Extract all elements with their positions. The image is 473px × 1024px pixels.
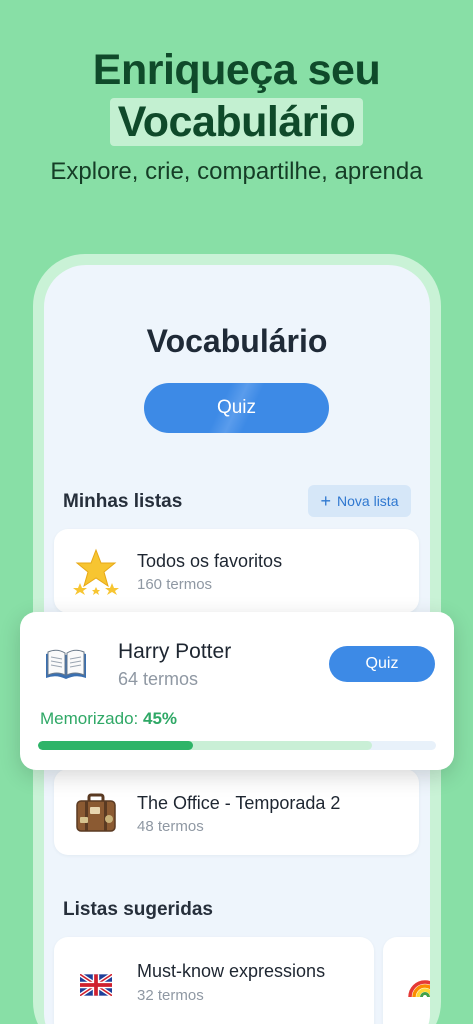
quiz-button[interactable]: Quiz [144,383,329,433]
list-item-favorites[interactable]: Todos os favoritos 160 termos [54,529,419,613]
list-name: Todos os favoritos [137,551,283,571]
hero-title-line2: Vocabulário [109,98,364,146]
list-count: 48 termos [137,818,204,835]
suitcase-icon [72,789,120,837]
featured-quiz-button[interactable]: Quiz [329,646,435,682]
memorized-status: Memorizado: 45% [40,709,177,729]
list-item-the-office[interactable]: The Office - Temporada 2 48 termos [54,769,419,855]
new-list-label: Nova lista [337,493,399,509]
memorized-percent: 45% [143,709,178,728]
list-name: Must-know expressions [137,961,326,981]
suggested-item-partial[interactable] [383,937,430,1024]
hero-subtitle: Explore, crie, compartilhe, aprenda [50,158,423,185]
my-lists-heading: Minhas listas [63,491,183,512]
star-icon [72,547,120,595]
page-title: Vocabulário [146,323,328,359]
plus-icon: + [320,491,332,511]
list-count: 160 termos [137,576,213,593]
list-name: The Office - Temporada 2 [137,793,341,813]
suggested-lists-heading: Listas sugeridas [63,899,213,920]
suggested-item-must-know[interactable]: Must-know expressions 32 termos [54,937,374,1024]
new-list-button[interactable]: + Nova lista [308,485,411,517]
book-icon [42,640,90,688]
list-count: 32 termos [137,987,204,1004]
hero-headline: Enriqueça seu Vocabulário [0,44,473,147]
rainbow-icon [401,961,430,1009]
uk-flag-icon [72,961,120,1009]
progress-bar [38,741,436,750]
featured-list-card[interactable]: Harry Potter 64 termos Quiz Memorizado: … [20,612,454,770]
progress-fill [38,741,194,750]
hero-title-line1: Enriqueça seu [92,46,381,94]
featured-list-name: Harry Potter [118,640,232,663]
memorized-label: Memorizado: [40,709,139,728]
featured-list-count: 64 termos [118,669,199,689]
